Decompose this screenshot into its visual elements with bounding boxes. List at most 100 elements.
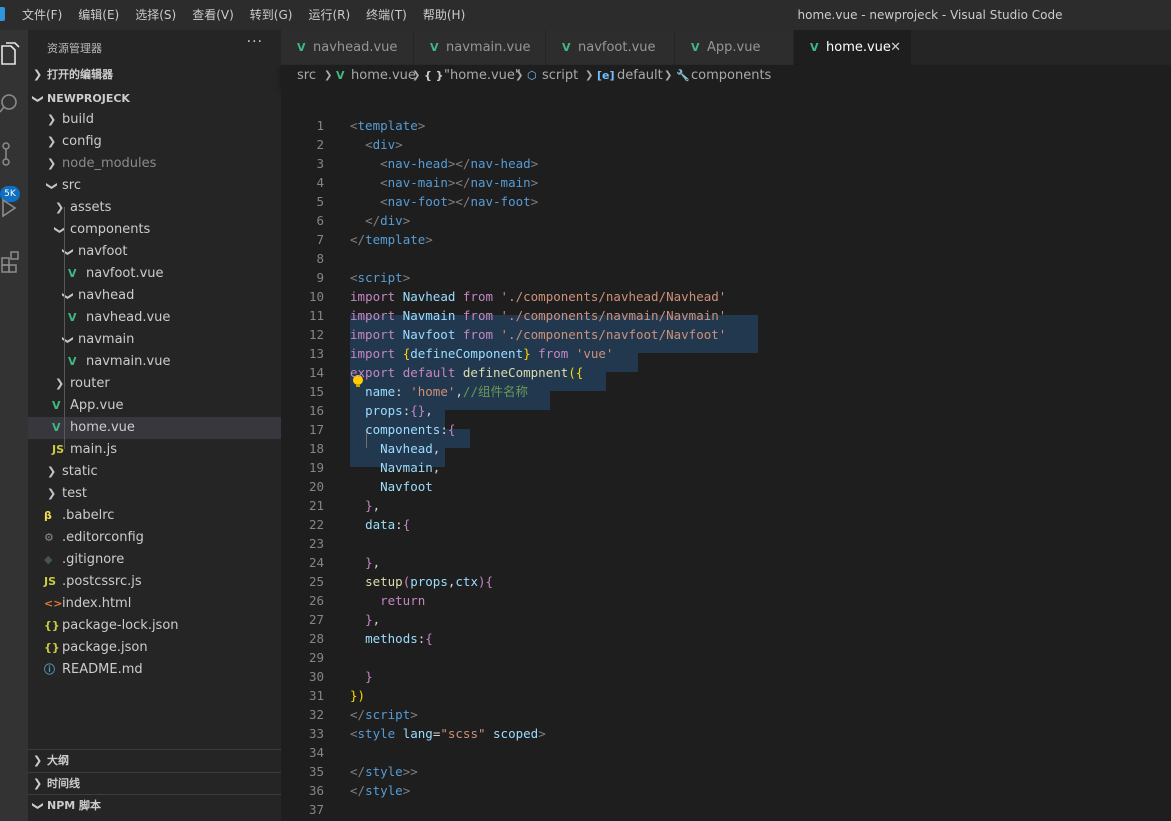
tree-item-postcssrc-js[interactable]: JS .postcssrc.js: [28, 571, 281, 593]
code-line[interactable]: Navhead,: [350, 439, 440, 458]
code-line[interactable]: </script>: [350, 705, 418, 724]
tree-item-config[interactable]: ❯ config: [28, 131, 281, 153]
code-line[interactable]: <nav-foot></nav-foot>: [350, 192, 538, 211]
extensions-icon[interactable]: [0, 242, 28, 282]
tree-item-babelrc[interactable]: β .babelrc: [28, 505, 281, 527]
tree-item-index-html[interactable]: <> index.html: [28, 593, 281, 615]
code-line[interactable]: setup(props,ctx){: [350, 572, 493, 591]
code-line[interactable]: <script>: [350, 268, 410, 287]
tree-item-app-vue[interactable]: V App.vue: [28, 395, 281, 417]
tab-app-vue[interactable]: V App.vue: [675, 30, 794, 65]
code-line[interactable]: return: [350, 591, 425, 610]
code-line[interactable]: },: [350, 553, 380, 572]
explorer-icon[interactable]: [0, 34, 28, 74]
open-editors-section[interactable]: ❯ 打开的编辑器: [28, 64, 281, 86]
menu-item[interactable]: 文件(F): [14, 0, 70, 30]
menu-item[interactable]: 转到(G): [242, 0, 301, 30]
code-line[interactable]: import Navfoot from './components/navfoo…: [350, 325, 726, 344]
code-line[interactable]: name: 'home',//组件名称: [350, 382, 528, 401]
code-editor[interactable]: 1 <template> 2 <div> 3 <nav-head></nav-head…: [281, 87, 1171, 821]
tree-item-navmain-vue[interactable]: Vnavmain.vue: [28, 351, 281, 373]
chevron-right-icon: ❯: [664, 70, 673, 81]
code-line[interactable]: }): [350, 686, 365, 705]
code-line[interactable]: Navmain,: [350, 458, 440, 477]
tree-item-router[interactable]: ❯ router: [28, 373, 281, 395]
code-line[interactable]: Navfoot: [350, 477, 433, 496]
code-line[interactable]: methods:{: [350, 629, 433, 648]
tree-item-label: router: [70, 376, 110, 391]
code-line[interactable]: import Navhead from './components/navhea…: [350, 287, 726, 306]
code-line[interactable]: export default defineCompnent({: [350, 363, 583, 382]
code-line[interactable]: </div>: [350, 211, 410, 230]
breadcrumb-item[interactable]: src: [297, 65, 316, 87]
project-section[interactable]: ❯ NEWPROJECK: [28, 88, 281, 110]
code-line[interactable]: </template>: [350, 230, 433, 249]
outline-section[interactable]: ❯ 大纲: [28, 749, 281, 772]
breadcrumb-item[interactable]: home.vue: [351, 65, 416, 87]
breadcrumb-item[interactable]: script: [542, 65, 578, 87]
run-debug-icon[interactable]: [0, 188, 28, 228]
breadcrumb-item[interactable]: default: [617, 65, 663, 87]
line-number: 10: [308, 289, 324, 304]
tree-item-editorconfig[interactable]: ⚙ .editorconfig: [28, 527, 281, 549]
code-line[interactable]: },: [350, 496, 380, 515]
menu-item[interactable]: 查看(V): [184, 0, 242, 30]
tree-item-home-vue[interactable]: Vhome.vue: [28, 417, 281, 439]
tree-item-build[interactable]: ❯ build: [28, 109, 281, 131]
code-line[interactable]: },: [350, 610, 380, 629]
code-token: ctx: [455, 574, 478, 589]
code-line[interactable]: </style>: [350, 781, 410, 800]
breadcrumb-item[interactable]: components: [691, 65, 771, 87]
menu-item[interactable]: 帮助(H): [415, 0, 473, 30]
tree-item-package-json[interactable]: {} package.json: [28, 637, 281, 659]
source-control-icon[interactable]: [0, 134, 28, 174]
code-line[interactable]: props:{},: [350, 401, 433, 420]
tree-item-main-js[interactable]: JS main.js: [28, 439, 281, 461]
chevron-right-icon: ❯: [33, 68, 43, 81]
code-line[interactable]: data:{: [350, 515, 410, 534]
tree-item-navhead[interactable]: ❯ navhead: [28, 285, 281, 307]
tab-navfoot-vue[interactable]: Vnavfoot.vue: [546, 30, 675, 65]
code-line[interactable]: <style lang="scss" scoped>: [350, 724, 546, 743]
code-token: nav-foot: [470, 194, 531, 209]
tree-item-test[interactable]: ❯ test: [28, 483, 281, 505]
tree-item-navfoot-vue[interactable]: Vnavfoot.vue: [28, 263, 281, 285]
tree-item-assets[interactable]: ❯ assets: [28, 197, 281, 219]
tree-item-package-lock-json[interactable]: {} package-lock.json: [28, 615, 281, 637]
tree-item-components[interactable]: ❯ components: [28, 219, 281, 241]
timeline-section[interactable]: ❯ 时间线: [28, 772, 281, 795]
code-line[interactable]: }: [350, 667, 373, 686]
search-icon[interactable]: [0, 82, 28, 122]
line-number: 25: [308, 574, 324, 589]
tab-navhead-vue[interactable]: Vnavhead.vue: [281, 30, 414, 65]
code-token: components: [365, 422, 441, 437]
code-line[interactable]: <div>: [350, 135, 403, 154]
tree-item-navhead-vue[interactable]: Vnavhead.vue: [28, 307, 281, 329]
tree-item-gitignore[interactable]: ◆ .gitignore: [28, 549, 281, 571]
code-line[interactable]: <nav-main></nav-main>: [350, 173, 538, 192]
code-line[interactable]: </style>>: [350, 762, 418, 781]
menu-item[interactable]: 运行(R): [300, 0, 358, 30]
breadcrumb-item[interactable]: "home.vue": [444, 65, 521, 87]
code-line[interactable]: components:{: [350, 420, 455, 439]
tree-item-navfoot[interactable]: ❯ navfoot: [28, 241, 281, 263]
menu-item[interactable]: 终端(T): [358, 0, 415, 30]
code-line[interactable]: import Navmain from './components/navmai…: [350, 306, 726, 325]
menu-item[interactable]: 选择(S): [127, 0, 184, 30]
tree-item-static[interactable]: ❯ static: [28, 461, 281, 483]
close-icon[interactable]: ✕: [890, 30, 901, 65]
vue-file-icon: V: [68, 267, 77, 280]
more-actions-icon[interactable]: ···: [247, 34, 263, 50]
code-line[interactable]: <nav-head></nav-head>: [350, 154, 538, 173]
menu-item[interactable]: 编辑(E): [70, 0, 127, 30]
code-line[interactable]: <template>: [350, 116, 425, 135]
tab-home-vue[interactable]: Vhome.vue ✕: [794, 30, 912, 65]
tree-item-navmain[interactable]: ❯ navmain: [28, 329, 281, 351]
npm-scripts-section[interactable]: ❯ NPM 脚本: [28, 794, 281, 817]
tree-item-node-modules[interactable]: ❯ node_modules: [28, 153, 281, 175]
code-line[interactable]: import {defineComponent} from 'vue': [350, 344, 613, 363]
tab-navmain-vue[interactable]: Vnavmain.vue: [414, 30, 546, 65]
tree-item-readme-md[interactable]: ⓘ README.md: [28, 659, 281, 681]
tree-item-src[interactable]: ❯ src: [28, 175, 281, 197]
